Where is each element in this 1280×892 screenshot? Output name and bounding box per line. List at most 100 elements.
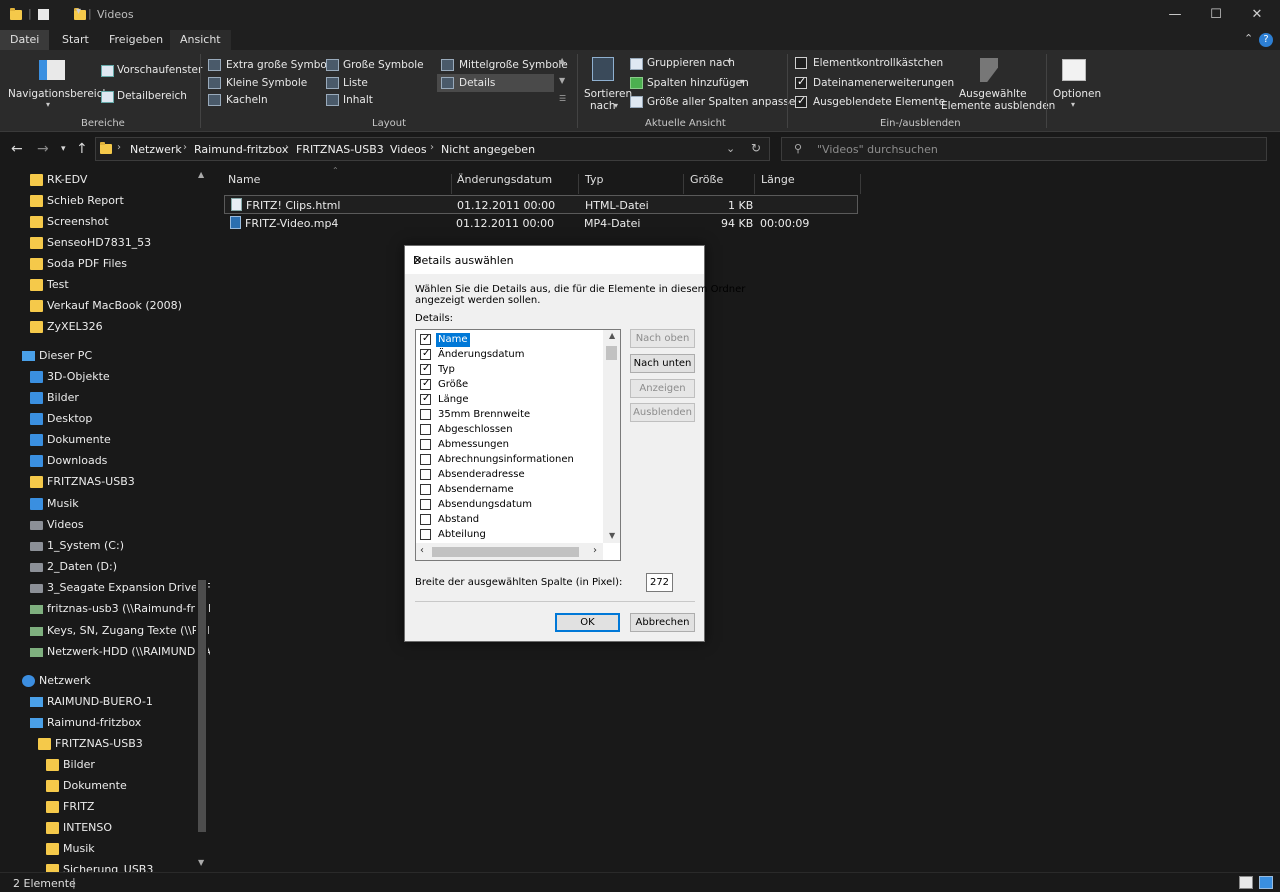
abbrechen-button[interactable]: Abbrechen (630, 613, 695, 632)
details-list-vscroll[interactable] (603, 330, 620, 543)
column-header-date[interactable]: Änderungsdatum (451, 174, 579, 194)
sort-icon[interactable] (592, 57, 614, 81)
large-icons-view-icon[interactable] (1259, 876, 1273, 889)
details-item-checkbox[interactable] (420, 424, 431, 435)
tab-freigeben[interactable]: Freigeben (99, 30, 173, 50)
chevron-right-icon[interactable]: › (285, 142, 289, 153)
scroll-down-icon[interactable]: ▼ (198, 858, 204, 867)
elemente-ausblenden-button[interactable]: Elemente ausblenden (941, 100, 1055, 112)
details-item-checkbox[interactable] (420, 409, 431, 420)
tab-datei[interactable]: Datei (0, 30, 50, 50)
chevron-right-icon[interactable]: › (430, 142, 434, 153)
spalten-button[interactable]: Spalten hinzufügen (647, 77, 749, 89)
chevron-right-icon[interactable]: › (183, 142, 187, 153)
maximize-button[interactable]: ☐ (1193, 0, 1239, 30)
details-item-checkbox[interactable] (420, 393, 431, 405)
layout-gross[interactable]: Große Symbole (343, 59, 424, 71)
breadcrumb-fritznas-usb3[interactable]: FRITZNAS-USB3 (296, 143, 384, 156)
anzeigen-button[interactable]: Anzeigen (630, 379, 695, 398)
elementkontrollkaestchen-checkbox[interactable] (795, 57, 807, 69)
ausgewaehlte-label[interactable]: Ausgewählte (959, 88, 1027, 100)
details-item-checkbox[interactable] (420, 348, 431, 360)
recent-locations-icon[interactable]: ▾ (61, 144, 66, 154)
details-item-checkbox[interactable] (420, 363, 431, 375)
layout-mittelgross[interactable]: Mittelgroße Symbole (459, 59, 568, 71)
gruppieren-button[interactable]: Gruppieren nach (647, 57, 735, 69)
layout-kacheln[interactable]: Kacheln (226, 94, 268, 106)
groesse-anpassen-button[interactable]: Größe aller Spalten anpassen (647, 96, 802, 108)
ausblenden-button[interactable]: Ausblenden (630, 403, 695, 422)
close-button[interactable]: ✕ (1234, 0, 1280, 30)
details-item-checkbox[interactable] (420, 378, 431, 390)
help-icon[interactable]: ? (1259, 33, 1273, 47)
column-width-input[interactable]: 272 (646, 573, 673, 592)
details-list-hscroll-thumb[interactable] (432, 547, 579, 557)
dateinamenerweiterungen-checkbox[interactable] (795, 75, 807, 89)
nach-oben-button[interactable]: Nach oben (630, 329, 695, 348)
address-dropdown-icon[interactable]: ⌄ (726, 142, 735, 155)
vorschaufenster-button[interactable]: Vorschaufenster (117, 64, 202, 76)
details-item-checkbox[interactable] (420, 454, 431, 465)
scroll-up-icon[interactable]: ▲ (609, 331, 615, 340)
layout-liste[interactable]: Liste (343, 77, 368, 89)
close-icon[interactable]: ✕ (413, 254, 696, 267)
scroll-down-icon[interactable]: ▼ (609, 531, 615, 540)
options-icon[interactable] (1062, 59, 1086, 81)
details-view-icon[interactable] (1239, 876, 1253, 889)
detailbereich-button[interactable]: Detailbereich (117, 90, 187, 102)
optionen-button[interactable]: Optionen (1053, 88, 1101, 100)
chevron-down-icon[interactable]: ▾ (46, 100, 50, 109)
gallery-more-icon[interactable]: ☰ (559, 94, 566, 103)
chevron-right-icon[interactable]: › (117, 142, 121, 153)
scroll-up-icon[interactable]: ▲ (198, 170, 204, 179)
scroll-right-icon[interactable]: › (593, 545, 597, 556)
navigation-scrollbar-thumb[interactable] (198, 580, 206, 832)
layout-details[interactable]: Details (459, 77, 495, 89)
properties-icon[interactable] (38, 9, 49, 20)
layout-inhalt[interactable]: Inhalt (343, 94, 373, 106)
layout-extra-gross[interactable]: Extra große Symbole (226, 59, 336, 71)
details-list-vscroll-thumb[interactable] (606, 346, 617, 360)
ok-button[interactable]: OK (555, 613, 620, 632)
ribbon-collapse-icon[interactable]: ⌃ (1244, 32, 1253, 45)
details-item-checkbox[interactable] (420, 529, 431, 540)
details-item-checkbox[interactable] (420, 469, 431, 480)
gallery-up-icon[interactable]: ▲ (559, 56, 565, 65)
tab-ansicht[interactable]: Ansicht (170, 30, 231, 50)
breadcrumb-videos[interactable]: Videos (390, 143, 427, 156)
column-header-name[interactable]: Name (222, 174, 452, 194)
tab-start[interactable]: Start (52, 30, 99, 50)
details-item-checkbox[interactable] (420, 484, 431, 495)
minimize-button[interactable]: — (1152, 0, 1198, 30)
ausgeblendete-elemente-checkbox[interactable] (795, 94, 807, 108)
table-row[interactable]: FRITZ! Clips.html 01.12.2011 00:00 HTML-… (224, 195, 858, 214)
hide-selected-icon[interactable] (980, 58, 998, 82)
details-item-checkbox[interactable] (420, 514, 431, 525)
address-bar[interactable]: › Netzwerk › Raimund-fritzbox › FRITZNAS… (95, 137, 770, 161)
up-arrow-icon[interactable]: ↑ (76, 141, 88, 157)
gallery-down-icon[interactable]: ▼ (559, 76, 565, 85)
breadcrumb-raimund-fritzbox[interactable]: Raimund-fritzbox (194, 143, 288, 156)
column-header-size[interactable]: Größe (684, 174, 755, 194)
details-list[interactable]: Name Änderungsdatum Typ Größe Länge 35mm Bren… (415, 329, 621, 561)
column-header-type[interactable]: Typ (579, 174, 684, 194)
navigation-pane-icon[interactable] (39, 60, 65, 80)
refresh-icon[interactable]: ↻ (751, 141, 761, 155)
chevron-down-icon[interactable]: ▾ (614, 101, 618, 110)
details-item-checkbox[interactable] (420, 499, 431, 510)
scroll-left-icon[interactable]: ‹ (420, 545, 424, 556)
column-header-length[interactable]: Länge (755, 174, 861, 194)
search-box[interactable]: ⚲ "Videos" durchsuchen (781, 137, 1267, 161)
forward-arrow-icon[interactable]: → (37, 141, 49, 157)
chevron-right-icon[interactable]: › (379, 142, 383, 153)
navigationsbereich-button[interactable]: Navigationsbereich (8, 88, 109, 100)
quick-access-dropdown-icon[interactable]: ▾ (76, 6, 88, 19)
nach-unten-button[interactable]: Nach unten (630, 354, 695, 373)
breadcrumb-netzwerk[interactable]: Netzwerk (130, 143, 182, 156)
breadcrumb-nicht-angegeben[interactable]: Nicht angegeben (441, 143, 535, 156)
layout-klein[interactable]: Kleine Symbole (226, 77, 307, 89)
sortieren-button[interactable]: Sortieren (584, 88, 632, 100)
back-arrow-icon[interactable]: ← (11, 141, 23, 157)
table-row[interactable]: FRITZ-Video.mp4 01.12.2011 00:00 MP4-Dat… (224, 214, 858, 233)
chevron-down-icon[interactable]: ▾ (740, 77, 744, 86)
